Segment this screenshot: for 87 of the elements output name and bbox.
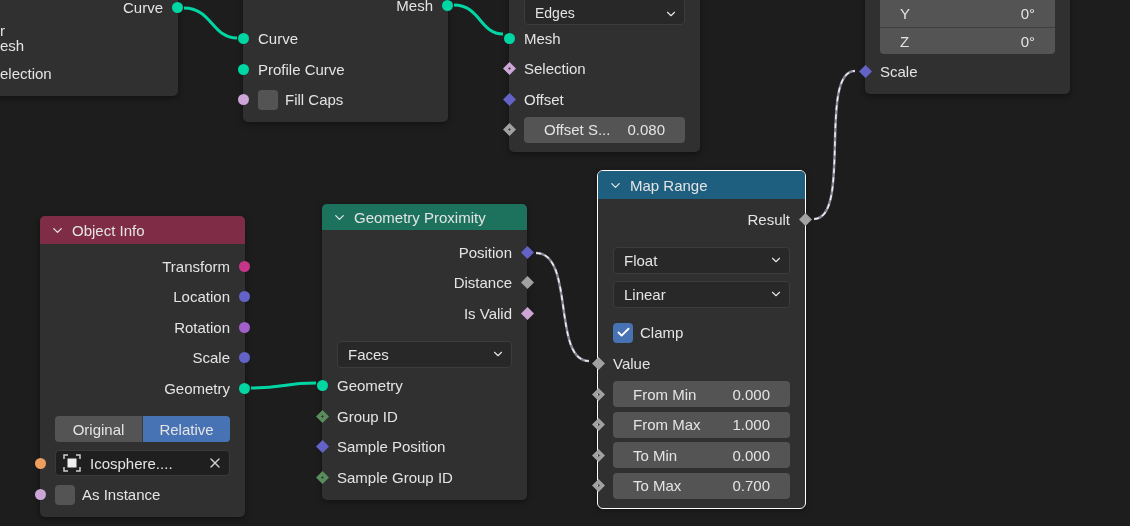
- socket-label: Offset: [524, 90, 564, 108]
- socket-label: Position: [458, 243, 512, 261]
- link-curve[interactable]: [813, 69, 856, 221]
- node-title: Geometry Proximity: [354, 208, 486, 226]
- socket-circle[interactable]: [238, 33, 249, 45]
- socket-circle[interactable]: [317, 380, 328, 392]
- node-header[interactable]: Object Info: [40, 216, 245, 244]
- socket-circle[interactable]: [442, 0, 453, 11]
- socket-label: Curve: [123, 0, 163, 16]
- socket-label: Result: [747, 210, 790, 228]
- number-field[interactable]: From Max 1.000: [613, 411, 790, 438]
- socket-diamond[interactable]: [502, 92, 516, 106]
- toggle-option[interactable]: Original: [55, 416, 143, 442]
- socket-label: Distance: [453, 274, 512, 292]
- socket-label: Scale: [880, 62, 918, 80]
- socket-diamond[interactable]: [315, 440, 329, 454]
- toggle-option[interactable]: Relative: [143, 416, 230, 442]
- socket-diamond[interactable]: [591, 418, 605, 432]
- socket-circle[interactable]: [504, 32, 515, 44]
- socket-label: Is Valid: [463, 304, 512, 322]
- socket-label: Scale: [192, 349, 230, 367]
- socket-label: Mesh: [524, 29, 561, 47]
- socket-circle[interactable]: [238, 63, 249, 75]
- link-curve[interactable]: [250, 381, 317, 390]
- socket-label: Sample Group ID: [337, 468, 453, 486]
- socket-label: esh: [0, 37, 26, 53]
- socket-circle[interactable]: [172, 1, 183, 13]
- link-curve[interactable]: [183, 6, 238, 40]
- checkbox-label: Clamp: [640, 324, 684, 341]
- socket-label: Geometry: [164, 379, 230, 397]
- socket-diamond[interactable]: [591, 448, 605, 462]
- number-field[interactable]: Offset S... 0.080: [524, 116, 685, 143]
- dropdown[interactable]: Float: [613, 246, 790, 274]
- socket-label: election: [0, 65, 52, 83]
- checkbox[interactable]: [613, 322, 633, 343]
- number-field[interactable]: Z 0°: [880, 27, 1055, 54]
- socket-label: Curve: [258, 30, 298, 48]
- socket-label: r: [0, 22, 6, 38]
- checkbox-label: As Instance: [82, 486, 161, 504]
- number-field[interactable]: From Min 0.000: [613, 381, 790, 408]
- object-icon: [62, 453, 82, 473]
- link-curve[interactable]: [453, 3, 504, 36]
- socket-circle[interactable]: [35, 489, 46, 501]
- socket-label: Mesh: [396, 0, 433, 14]
- socket-circle[interactable]: [35, 457, 46, 469]
- socket-label: Transform: [162, 257, 230, 275]
- socket-diamond[interactable]: [520, 306, 534, 320]
- dropdown[interactable]: Edges: [524, 0, 685, 25]
- socket-diamond[interactable]: [858, 64, 872, 78]
- socket-circle[interactable]: [239, 382, 250, 394]
- socket-label: Profile Curve: [258, 60, 345, 78]
- number-field[interactable]: Y 0°: [880, 0, 1055, 27]
- socket-diamond[interactable]: [591, 357, 605, 371]
- checkbox-label: Fill Caps: [285, 91, 344, 109]
- socket-label: Selection: [524, 60, 586, 78]
- node-panel[interactable]: [0, 0, 178, 96]
- number-field[interactable]: To Max 0.700: [613, 472, 790, 499]
- node-header[interactable]: Geometry Proximity: [322, 204, 527, 230]
- socket-label: Location: [173, 288, 230, 306]
- socket-label: Value: [613, 355, 651, 373]
- socket-diamond[interactable]: [315, 409, 329, 423]
- socket-diamond[interactable]: [315, 470, 329, 484]
- node-title: Map Range: [630, 176, 708, 194]
- socket-diamond[interactable]: [502, 123, 516, 137]
- node-title: Object Info: [72, 221, 145, 239]
- socket-label: Rotation: [174, 318, 230, 336]
- checkbox[interactable]: [258, 89, 278, 110]
- socket-diamond[interactable]: [520, 276, 534, 290]
- socket-label: Geometry: [337, 377, 403, 395]
- socket-label: Sample Position: [337, 438, 446, 456]
- dropdown[interactable]: Faces: [337, 340, 512, 368]
- socket-diamond[interactable]: [591, 479, 605, 493]
- number-field[interactable]: To Min 0.000: [613, 442, 790, 469]
- socket-circle[interactable]: [238, 94, 249, 106]
- node-panel[interactable]: [243, 0, 448, 122]
- checkbox[interactable]: [55, 484, 75, 505]
- socket-circle[interactable]: [239, 321, 250, 333]
- socket-diamond[interactable]: [591, 387, 605, 401]
- socket-label: Group ID: [337, 407, 398, 425]
- dropdown[interactable]: Linear: [613, 280, 790, 308]
- object-field[interactable]: Icosphere....: [55, 450, 230, 476]
- check-icon: [615, 325, 631, 340]
- socket-diamond[interactable]: [798, 212, 812, 226]
- socket-diamond[interactable]: [502, 62, 516, 76]
- node-header[interactable]: Map Range: [598, 171, 805, 199]
- link-curve[interactable]: [535, 251, 590, 363]
- socket-diamond[interactable]: [520, 245, 534, 259]
